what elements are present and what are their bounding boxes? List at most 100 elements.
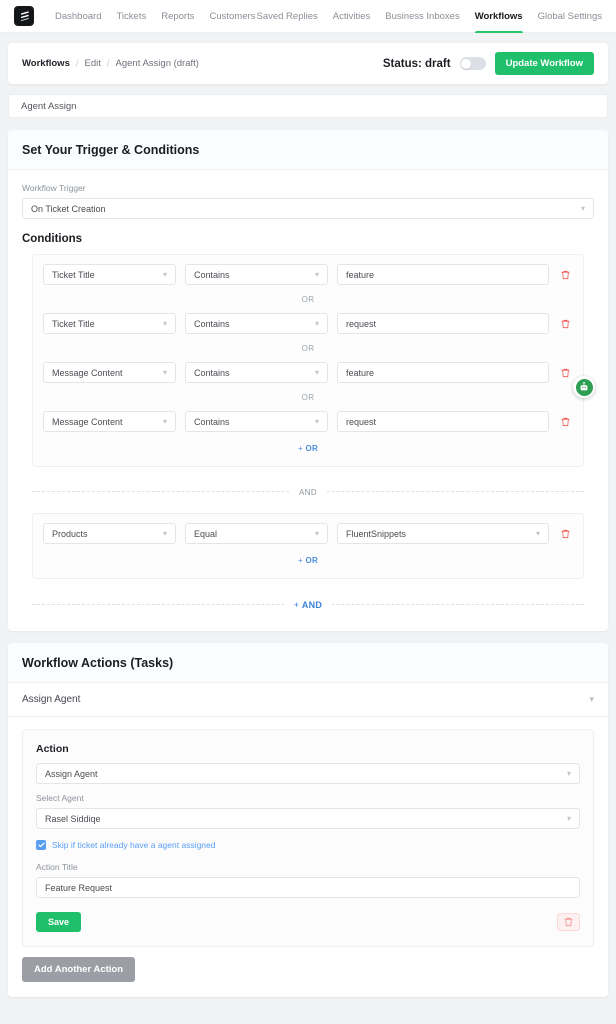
condition-field-select[interactable]: Ticket Title ▾ [43, 264, 176, 285]
condition-operator-select[interactable]: Contains ▾ [185, 313, 328, 334]
delete-action-button[interactable] [557, 913, 580, 931]
nav-item-label: Reports [161, 10, 195, 22]
condition-operator-select[interactable]: Contains ▾ [185, 362, 328, 383]
condition-value-input[interactable]: feature ▾ [337, 362, 549, 383]
workflow-actions-panel: Workflow Actions (Tasks) Assign Agent ▾ … [8, 643, 608, 997]
plus-icon: + [297, 556, 303, 565]
trigger-conditions-panel: Set Your Trigger & Conditions Workflow T… [8, 130, 608, 631]
save-button[interactable]: Save [36, 912, 82, 932]
breadcrumb-edit[interactable]: Edit [85, 58, 101, 69]
skip-if-assigned-label[interactable]: Skip if ticket already have a agent assi… [52, 840, 216, 850]
breadcrumb-separator: / [75, 58, 79, 69]
trash-icon [561, 368, 570, 377]
condition-row: Ticket Title ▾ Contains ▾ request ▾ [43, 313, 573, 334]
workflow-trigger-label: Workflow Trigger [22, 183, 86, 193]
condition-field-select[interactable]: Products ▾ [43, 523, 176, 544]
chevron-down-icon: ▾ [162, 318, 167, 328]
condition-value-input[interactable]: request ▾ [337, 411, 549, 432]
condition-group: Ticket Title ▾ Contains ▾ feature ▾ [32, 254, 584, 467]
plus-icon: + [297, 444, 303, 453]
nav-item-saved-replies[interactable]: Saved Replies [256, 0, 317, 33]
workflow-title-input[interactable]: Agent Assign [8, 94, 608, 118]
delete-condition-button[interactable] [558, 417, 573, 427]
delete-condition-button[interactable] [558, 368, 573, 378]
or-separator: OR [301, 393, 315, 402]
nav-item-label: Saved Replies [256, 10, 318, 22]
skip-if-assigned-checkbox-row[interactable]: Skip if ticket already have a agent assi… [36, 840, 580, 850]
status-badge: Status: draft [382, 57, 451, 70]
trash-icon [564, 917, 573, 927]
trash-icon [561, 270, 570, 279]
condition-operator-select[interactable]: Equal ▾ [185, 523, 328, 544]
breadcrumb-bar: Workflows / Edit / Agent Assign (draft) … [8, 43, 608, 84]
condition-field-value: Message Content [52, 416, 123, 427]
add-and-label: + AND [283, 600, 333, 610]
action-title-label: Action Title [36, 862, 78, 872]
action-title-value: Feature Request [45, 882, 113, 893]
action-accordion-header[interactable]: Assign Agent ▾ [8, 683, 608, 717]
condition-value: feature [346, 367, 375, 378]
update-workflow-button[interactable]: Update Workflow [494, 52, 594, 75]
action-type-select[interactable]: Assign Agent ▾ [36, 763, 580, 784]
action-title-input[interactable]: Feature Request [36, 877, 580, 898]
support-bot-icon [575, 378, 593, 396]
add-or-condition-button[interactable]: + OR [43, 432, 573, 460]
breadcrumb-root[interactable]: Workflows [22, 58, 70, 69]
condition-operator-value: Equal [194, 528, 218, 539]
chevron-down-icon: ▾ [566, 768, 571, 778]
actions-panel-footer: Add Another Action [8, 957, 608, 997]
delete-condition-button[interactable] [558, 319, 573, 329]
condition-value: request [346, 318, 377, 329]
condition-row: Message Content ▾ Contains ▾ feature ▾ [43, 362, 573, 383]
condition-row: Message Content ▾ Contains ▾ request ▾ [43, 411, 573, 432]
add-or-label: + OR [297, 444, 319, 453]
nav-item-customers[interactable]: Customers [209, 0, 255, 33]
condition-row: Products ▾ Equal ▾ FluentSnippets ▾ [43, 523, 573, 544]
chevron-down-icon: ▾ [566, 813, 571, 823]
nav-item-reports[interactable]: Reports [161, 0, 194, 33]
select-agent-select[interactable]: Rasel Siddiqe ▾ [36, 808, 580, 829]
condition-value: request [346, 416, 377, 427]
condition-operator-select[interactable]: Contains ▾ [185, 264, 328, 285]
condition-field-select[interactable]: Message Content ▾ [43, 411, 176, 432]
condition-operator-select[interactable]: Contains ▾ [185, 411, 328, 432]
delete-condition-button[interactable] [558, 529, 573, 539]
chevron-down-icon: ▾ [162, 416, 167, 426]
nav-item-business-inboxes[interactable]: Business Inboxes [385, 0, 459, 33]
or-separator: OR [301, 295, 315, 304]
condition-group: Products ▾ Equal ▾ FluentSnippets ▾ + OR [32, 513, 584, 579]
top-navigation-bar: Dashboard Tickets Reports Customers Save… [0, 0, 616, 33]
nav-item-activities[interactable]: Activities [333, 0, 370, 33]
condition-value-input[interactable]: request ▾ [337, 313, 549, 334]
action-footer: Save [36, 912, 580, 932]
nav-item-global-settings[interactable]: Global Settings [538, 0, 602, 33]
add-another-action-button[interactable]: Add Another Action [22, 957, 136, 982]
trash-icon [561, 319, 570, 328]
nav-item-workflows[interactable]: Workflows [474, 0, 523, 33]
condition-field-value: Ticket Title [52, 318, 95, 329]
nav-item-tickets[interactable]: Tickets [116, 0, 146, 33]
condition-field-select[interactable]: Message Content ▾ [43, 362, 176, 383]
support-widget-button[interactable] [573, 376, 595, 398]
trigger-panel-header: Set Your Trigger & Conditions [8, 130, 608, 170]
chevron-down-icon: ▾ [314, 269, 319, 279]
checkbox-checked-icon[interactable] [36, 840, 46, 850]
action-accordion-title: Assign Agent [22, 694, 81, 705]
add-or-condition-button[interactable]: + OR [43, 544, 573, 572]
workflow-trigger-select[interactable]: On Ticket Creation ▾ [22, 198, 594, 219]
chevron-down-icon: ▾ [162, 367, 167, 377]
condition-value-select[interactable]: FluentSnippets ▾ [337, 523, 549, 544]
chevron-down-icon: ▾ [314, 416, 319, 426]
fluent-support-logo-icon[interactable] [14, 6, 34, 26]
delete-condition-button[interactable] [558, 270, 573, 280]
add-and-group-button[interactable]: + AND [32, 595, 584, 613]
condition-value-input[interactable]: feature ▾ [337, 264, 549, 285]
chevron-down-icon: ▾ [314, 528, 319, 538]
nav-item-dashboard[interactable]: Dashboard [55, 0, 101, 33]
primary-nav-group: Dashboard Tickets Reports Customers [55, 0, 255, 33]
chevron-down-icon: ▾ [314, 367, 319, 377]
workflow-status-toggle[interactable] [459, 57, 486, 70]
add-or-label: + OR [297, 556, 319, 565]
condition-field-select[interactable]: Ticket Title ▾ [43, 313, 176, 334]
